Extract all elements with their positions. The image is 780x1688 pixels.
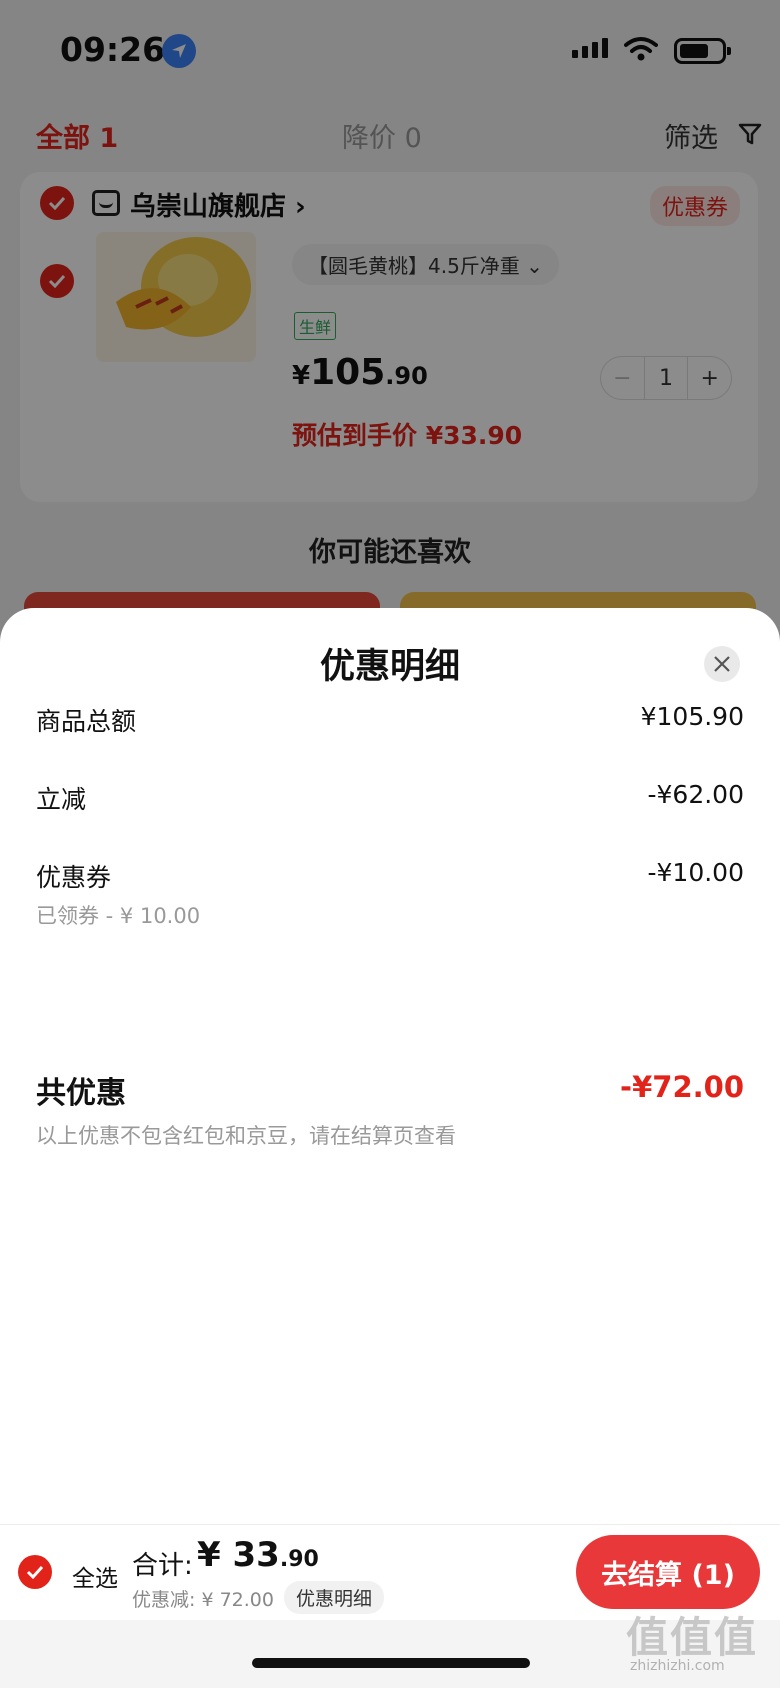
sum-value: ¥ 33.90 [197, 1535, 319, 1575]
coupon-claimed-note: 已领券 - ¥ 10.00 [36, 904, 201, 928]
total-discount-label: 共优惠 [36, 1076, 126, 1111]
instant-discount-label: 立减 [36, 785, 87, 814]
sum-label: 合计: [132, 1551, 193, 1581]
sheet-title: 优惠明细 [319, 647, 460, 687]
coupon-label: 优惠券 [36, 863, 112, 892]
discount-detail-button[interactable]: 优惠明细 [284, 1581, 385, 1614]
watermark-url: zhizhizhi.com [630, 1658, 725, 1674]
home-indicator[interactable] [252, 1658, 530, 1668]
select-all-checkbox[interactable] [18, 1555, 52, 1589]
discount-amount: 优惠减: ¥ 72.00 [132, 1589, 274, 1611]
select-all-label[interactable]: 全选 [72, 1559, 118, 1593]
close-icon[interactable] [704, 646, 740, 682]
goods-total-label: 商品总额 [36, 707, 137, 736]
coupon-value: -¥10.00 [647, 858, 745, 887]
instant-discount-value: -¥62.00 [647, 780, 745, 809]
goods-total-value: ¥105.90 [640, 702, 744, 731]
watermark: 值值值 [626, 1613, 759, 1662]
checkout-button[interactable]: 去结算 (1) [576, 1535, 760, 1609]
total-discount-note: 以上优惠不包含红包和京豆，请在结算页查看 [36, 1124, 456, 1148]
total-discount-value: -¥72.00 [620, 1070, 744, 1104]
